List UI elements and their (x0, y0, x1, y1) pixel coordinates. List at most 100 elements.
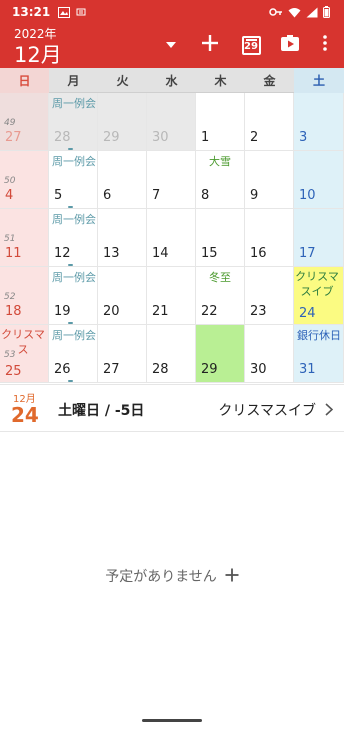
day-number: 9 (250, 188, 259, 203)
week-number: 51 (4, 234, 16, 244)
day-number: 21 (152, 304, 169, 319)
day-cell-fri[interactable]: 2 (245, 93, 294, 151)
week-row: 49 27 周一例会 28 29 30 1 2 3 (0, 93, 344, 151)
app-bar: 2022年 12月 29 (0, 24, 344, 68)
day-cell-fri[interactable]: 9 (245, 151, 294, 209)
day-cell-thu[interactable]: 大雪 8 (196, 151, 245, 209)
day-cell-sun[interactable]: 50 4 (0, 151, 49, 209)
day-cell-tue[interactable]: 20 (98, 267, 147, 325)
day-cell-wed[interactable]: 30 (147, 93, 196, 151)
day-cell-thu[interactable]: 29 (196, 325, 245, 383)
day-number: 8 (201, 188, 210, 203)
today-button[interactable]: 29 (240, 32, 262, 58)
day-cell-mon[interactable]: 周一例会 28 (49, 93, 98, 151)
selected-holiday[interactable]: クリスマスイブ (218, 400, 316, 420)
day-cell-sun[interactable]: 53 クリスマス 25 (0, 325, 49, 383)
day-number: 18 (5, 304, 22, 319)
screenshot-icon (58, 6, 71, 18)
week-number: 50 (4, 176, 16, 186)
day-cell-fri[interactable]: 16 (245, 209, 294, 267)
month-title[interactable]: 12月 (14, 39, 62, 69)
more-options-button[interactable] (318, 32, 332, 58)
day-cell-fri[interactable]: 23 (245, 267, 294, 325)
day-number: 5 (54, 188, 63, 203)
event-indicator (68, 264, 73, 266)
day-cell-mon[interactable]: 周一例会 12 (49, 209, 98, 267)
day-number: 15 (201, 246, 218, 261)
event-indicator (68, 206, 73, 208)
day-cell-sat[interactable]: 銀行休日 31 (294, 325, 344, 383)
day-number: 23 (250, 304, 267, 319)
event-label: 銀行休日 (297, 329, 341, 342)
day-cell-sat[interactable]: 3 (294, 93, 344, 151)
day-number: 26 (54, 362, 71, 377)
day-number: 3 (299, 130, 308, 145)
week-row: 53 クリスマス 25 周一例会 26 27 28 29 30 銀行休日 31 (0, 325, 344, 383)
share-button[interactable] (278, 32, 302, 58)
today-icon: 29 (241, 35, 261, 55)
day-cell-mon[interactable]: 周一例会 19 (49, 267, 98, 325)
day-number: 28 (54, 130, 71, 145)
day-number: 27 (103, 362, 120, 377)
selected-weekday: 土曜日 / -5日 (58, 403, 145, 419)
empty-message: 予定がありません (105, 569, 217, 585)
day-cell-thu[interactable]: 冬至 22 (196, 267, 245, 325)
selected-day-bar[interactable]: 12月 24 土曜日 / -5日 クリスマスイブ (0, 384, 344, 432)
day-cell-sat[interactable]: クリスマスイブ 24 (294, 267, 344, 325)
dropdown-icon[interactable] (163, 32, 179, 58)
day-cell-thu[interactable]: 1 (196, 93, 245, 151)
event-label: クリスマス (1, 328, 45, 356)
day-cell-fri[interactable]: 30 (245, 325, 294, 383)
day-number: 25 (5, 364, 22, 379)
day-number: 14 (152, 246, 169, 261)
weekday-fri: 金 (263, 74, 276, 88)
day-cell-tue[interactable]: 13 (98, 209, 147, 267)
day-cell-sat[interactable]: 10 (294, 151, 344, 209)
chevron-right-icon[interactable] (325, 401, 334, 420)
day-cell-mon[interactable]: 周一例会 26 (49, 325, 98, 383)
status-time: 13:21 (12, 5, 51, 19)
day-number: 4 (5, 188, 14, 203)
week-row: 51 11 周一例会 12 13 14 15 16 17 (0, 209, 344, 267)
add-event-button[interactable] (199, 32, 221, 58)
empty-state[interactable]: 予定がありません (0, 566, 344, 586)
day-cell-sat[interactable]: 17 (294, 209, 344, 267)
day-cell-sun[interactable]: 49 27 (0, 93, 49, 151)
day-cell-wed[interactable]: 28 (147, 325, 196, 383)
day-cell-tue[interactable]: 29 (98, 93, 147, 151)
signal-icon (306, 7, 318, 18)
day-number: 1 (201, 130, 210, 145)
weekday-wed: 水 (165, 74, 178, 88)
day-cell-wed[interactable]: 21 (147, 267, 196, 325)
day-cell-wed[interactable]: 7 (147, 151, 196, 209)
weekday-tue: 火 (116, 74, 129, 88)
day-number: 24 (299, 306, 316, 321)
day-number: 30 (152, 130, 169, 145)
day-number: 19 (54, 304, 71, 319)
event-label: 冬至 (209, 271, 231, 284)
day-number: 10 (299, 188, 316, 203)
add-icon[interactable] (225, 566, 239, 587)
week-number: 52 (4, 292, 16, 302)
day-cell-mon[interactable]: 周一例会 5 (49, 151, 98, 209)
share-icon (280, 34, 300, 56)
event-indicator (68, 148, 73, 150)
day-cell-wed[interactable]: 14 (147, 209, 196, 267)
day-number: 29 (201, 362, 218, 377)
week-number: 49 (4, 118, 16, 128)
day-number: 20 (103, 304, 120, 319)
vpn-key-icon (269, 7, 283, 17)
day-cell-thu[interactable]: 15 (196, 209, 245, 267)
gesture-bar[interactable] (142, 719, 202, 722)
more-icon (323, 35, 327, 55)
day-number: 22 (201, 304, 218, 319)
event-label: 周一例会 (52, 213, 96, 226)
day-cell-sun[interactable]: 51 11 (0, 209, 49, 267)
event-label: 周一例会 (52, 155, 96, 168)
day-number: 31 (299, 362, 316, 377)
day-number: 7 (152, 188, 161, 203)
status-bar: 13:21 (0, 0, 344, 24)
day-cell-sun[interactable]: 52 18 (0, 267, 49, 325)
day-cell-tue[interactable]: 27 (98, 325, 147, 383)
day-cell-tue[interactable]: 6 (98, 151, 147, 209)
